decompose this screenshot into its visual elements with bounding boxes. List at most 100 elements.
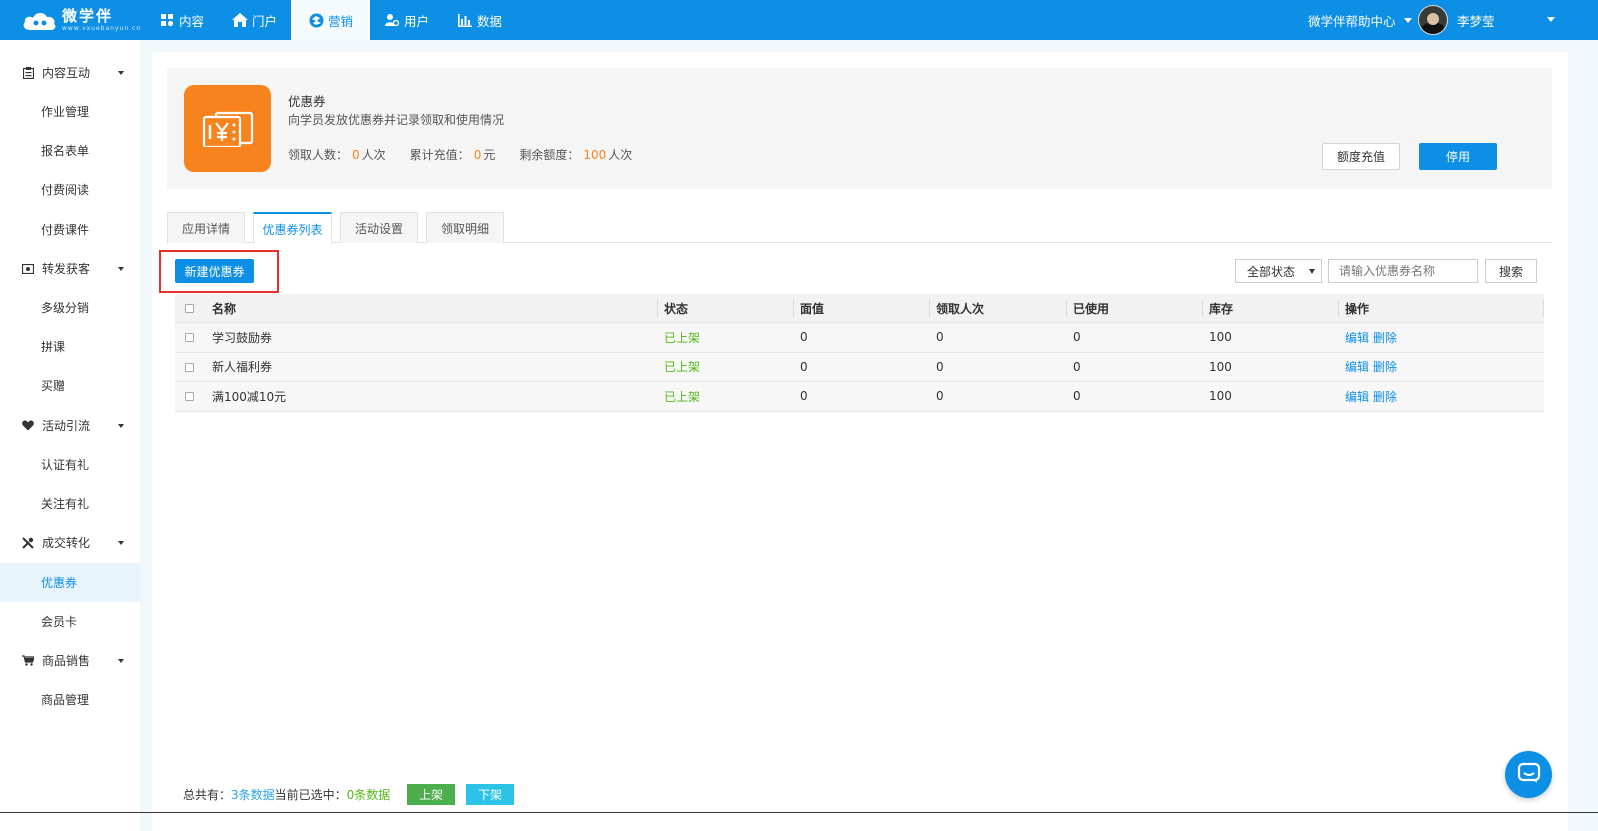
sidebar-group-conversion[interactable]: 成交转化 (0, 523, 140, 562)
logo-url: www.vxuebanyun.cn (62, 24, 142, 32)
sidebar-item-homework[interactable]: 作业管理 (0, 92, 140, 131)
sidebar-item-follow-gift[interactable]: 关注有礼 (0, 484, 140, 523)
sidebar-item-paid-courseware[interactable]: 付费课件 (0, 210, 140, 249)
recharge-button[interactable]: 额度充值 (1322, 143, 1400, 170)
coupon-face-value: 0 (800, 330, 808, 345)
sidebar-item-coupons[interactable]: 优惠券 (0, 563, 140, 602)
sidebar-item-multi-distribution[interactable]: 多级分销 (0, 288, 140, 327)
username: 李梦莹 (1457, 13, 1495, 29)
status-filter-select[interactable]: 全部状态 (1235, 259, 1322, 283)
column-divider (1066, 299, 1067, 318)
sidebar-group-share-acquire[interactable]: 转发获客 (0, 249, 140, 288)
stat-unit: 人次 (361, 148, 386, 162)
coupon-name: 学习鼓励券 (212, 330, 273, 345)
column-header: 库存 (1209, 301, 1234, 316)
user-menu[interactable]: 李梦莹 (1418, 0, 1598, 40)
column-header: 名称 (212, 301, 237, 316)
logo[interactable]: 微学伴 www.vxuebanyun.cn (22, 6, 140, 34)
sidebar-group-label: 内容互动 (42, 66, 91, 80)
chat-support-button[interactable] (1505, 751, 1552, 798)
table-header: 名称 状态 面值 领取人次 已使用 库存 操作 (175, 294, 1544, 323)
nav-content-label: 内容 (179, 13, 205, 29)
table-row: 学习鼓励券 已上架 0 0 0 100 编辑 删除 (175, 323, 1544, 353)
table-row: 满100减10元 已上架 0 0 0 100 编辑 删除 (175, 382, 1544, 412)
grid-icon (159, 12, 175, 28)
edit-link[interactable]: 编辑 (1345, 390, 1369, 404)
column-divider (793, 299, 794, 318)
chevron-down-icon (118, 659, 124, 663)
coupon-face-value: 0 (800, 359, 808, 374)
sidebar-group-label: 成交转化 (42, 536, 91, 550)
sidebar-item-product-manage[interactable]: 商品管理 (0, 680, 140, 719)
sidebar-item-member-card[interactable]: 会员卡 (0, 602, 140, 641)
coupon-used: 0 (1073, 359, 1081, 374)
tab-activity-settings[interactable]: 活动设置 (340, 212, 418, 243)
row-checkbox[interactable] (185, 392, 194, 401)
nav-users[interactable]: 用户 (370, 0, 443, 40)
chat-icon (1517, 762, 1541, 787)
stat-value: 0 (473, 148, 482, 162)
select-all-checkbox[interactable] (185, 304, 194, 313)
sidebar-group-label: 商品销售 (42, 654, 91, 668)
nav-data-label: 数据 (477, 13, 503, 29)
sidebar-group-content-interaction[interactable]: 内容互动 (0, 53, 140, 92)
coupon-table: 名称 状态 面值 领取人次 已使用 库存 操作 学习鼓励券 已上架 0 0 0 … (175, 294, 1544, 412)
chevron-down-icon (1309, 269, 1315, 274)
sidebar-group-product-sales[interactable]: 商品销售 (0, 641, 140, 680)
column-divider (1543, 299, 1544, 318)
search-button[interactable]: 搜索 (1485, 259, 1537, 283)
stat-label: 累计充值： (409, 148, 470, 162)
sidebar-item-certify-gift[interactable]: 认证有礼 (0, 445, 140, 484)
tab-coupon-list[interactable]: 优惠券列表 (253, 212, 332, 244)
sidebar-item-signup-form[interactable]: 报名表单 (0, 131, 140, 170)
sidebar-group-activity[interactable]: 活动引流 (0, 406, 140, 445)
window-bottom-edge (0, 812, 1598, 813)
total-label: 总共有： (183, 788, 232, 802)
app-title: 优惠券 (288, 94, 326, 109)
row-checkbox[interactable] (185, 362, 194, 372)
coupon-claimed: 0 (936, 359, 944, 374)
coupon-status: 已上架 (664, 330, 701, 345)
new-coupon-button[interactable]: 新建优惠券 (175, 259, 254, 283)
disable-button[interactable]: 停用 (1419, 143, 1497, 170)
coupon-search-input[interactable] (1328, 259, 1478, 283)
edit-link[interactable]: 编辑 (1345, 331, 1369, 345)
stat-label: 剩余额度： (519, 148, 580, 162)
status-filter-value: 全部状态 (1247, 264, 1296, 279)
nav-data[interactable]: 数据 (443, 0, 516, 40)
delete-link[interactable]: 删除 (1373, 390, 1397, 404)
tab-app-detail[interactable]: 应用详情 (167, 212, 245, 243)
delete-link[interactable]: 删除 (1373, 331, 1397, 345)
help-center-menu[interactable]: 微学伴帮助中心 (1308, 0, 1412, 40)
nav-marketing-label: 营销 (328, 13, 354, 29)
column-divider (1202, 299, 1203, 318)
row-actions: 编辑 删除 (1345, 329, 1401, 346)
coupon-icon (184, 85, 271, 172)
selected-count: 0条数据 (346, 788, 391, 802)
table-footer-summary: 总共有： 3条数据 当前已选中： 0条数据 (183, 784, 390, 805)
unpublish-button[interactable]: 下架 (466, 784, 514, 805)
sidebar-item-buy-gift[interactable]: 买赠 (0, 366, 140, 405)
tab-claim-details[interactable]: 领取明细 (426, 212, 504, 243)
column-divider (657, 299, 658, 318)
sidebar-item-group-course[interactable]: 拼课 (0, 327, 140, 366)
coupon-face-value: 0 (800, 389, 808, 404)
sidebar-group-label: 活动引流 (42, 419, 91, 433)
stat-claimed: 领取人数： 0 人次 (288, 146, 386, 163)
publish-button[interactable]: 上架 (407, 784, 455, 805)
selected-label: 当前已选中： (274, 788, 347, 802)
stat-unit: 人次 (608, 148, 633, 162)
row-checkbox[interactable] (185, 333, 194, 342)
column-header: 领取人次 (936, 301, 985, 316)
coupon-stock: 100 (1209, 359, 1232, 374)
nav-portal[interactable]: 门户 (218, 0, 291, 40)
delete-link[interactable]: 删除 (1373, 360, 1397, 374)
row-actions: 编辑 删除 (1345, 388, 1401, 405)
edit-link[interactable]: 编辑 (1345, 360, 1369, 374)
sidebar-item-paid-reading[interactable]: 付费阅读 (0, 170, 140, 209)
nav-marketing[interactable]: 营销 (291, 0, 371, 40)
app-stats: 领取人数： 0 人次 累计充值： 0 元 剩余额度： 100 人次 (288, 146, 656, 163)
clipboard-icon (22, 66, 34, 79)
nav-content[interactable]: 内容 (145, 0, 218, 40)
chevron-down-icon (1403, 17, 1412, 23)
